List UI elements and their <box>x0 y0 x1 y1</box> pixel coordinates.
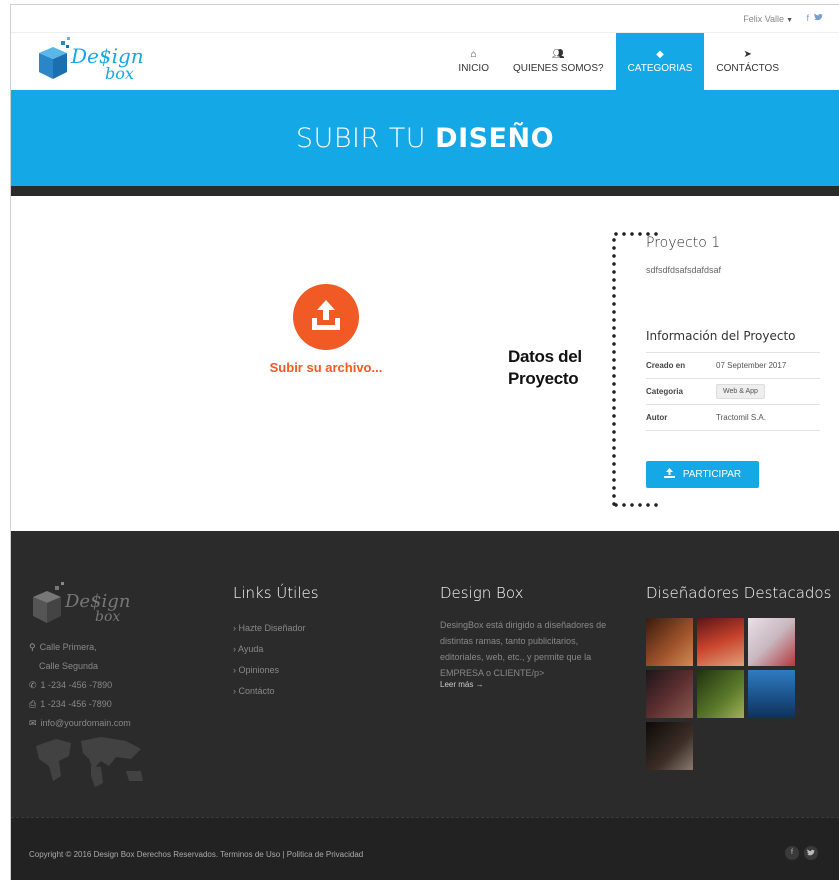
world-map-icon <box>36 737 143 787</box>
site-footer: De$ign box ⚲ Calle Primera, Calle Segunda… <box>11 531 839 817</box>
footer-links: › Hazte Diseñador › Ayuda › Opiniones › … <box>233 618 306 702</box>
top-bar: Felix Valle ▼ f <box>11 5 839 33</box>
footer-featured-title: Diseñadores Destacados <box>646 584 832 602</box>
annotation-label: Datos del Proyecto <box>508 346 582 390</box>
envelope-icon: ✉ <box>29 718 37 728</box>
users-icon: 👥︎ <box>551 49 565 60</box>
designer-thumb[interactable] <box>646 722 693 770</box>
project-info-title: Información del Proyecto <box>646 329 796 343</box>
annotation-line-2: Proyecto <box>508 369 579 388</box>
svg-text:box: box <box>105 64 134 83</box>
nav-label: QUIENES SOMOS? <box>512 63 604 74</box>
site-logo[interactable]: De$ign box <box>31 35 171 85</box>
svg-text:box: box <box>95 609 120 625</box>
footer-link[interactable]: › Hazte Diseñador <box>233 618 306 639</box>
nav-contactos[interactable]: ➤ CONTÁCTOS <box>704 33 791 90</box>
upload-small-icon <box>663 468 675 481</box>
send-icon: ➤ <box>743 49 752 60</box>
page-title-bold: DISEÑO <box>435 122 555 154</box>
participate-button[interactable]: PARTICIPAR <box>646 461 759 488</box>
designer-thumb[interactable] <box>748 618 795 666</box>
footer-logo[interactable]: De$ign box <box>29 581 154 629</box>
nav-inicio[interactable]: ⌂ INICIO <box>446 33 501 90</box>
info-value: 07 September 2017 <box>716 361 787 370</box>
read-more-link[interactable]: Leer más → <box>440 680 484 689</box>
user-menu[interactable]: Felix Valle ▼ <box>743 14 793 24</box>
project-title: Proyecto 1 <box>646 235 721 251</box>
page-hero: SUBIR TU DISEÑO <box>11 90 839 186</box>
copyright-bar: Copyright © 2016 Design Box Derechos Res… <box>11 817 839 880</box>
designer-thumb[interactable] <box>646 670 693 718</box>
site-header: De$ign box ⌂ INICIO 👥︎ QUIENES SOMOS? ◆ … <box>11 33 839 90</box>
participate-label: PARTICIPAR <box>682 469 742 480</box>
footer-link-label: Ayuda <box>238 644 264 654</box>
footer-link-label: Opiniones <box>238 665 280 675</box>
nav-quienes-somos[interactable]: 👥︎ QUIENES SOMOS? <box>501 33 616 90</box>
fax-number: 1 -234 -456 -7890 <box>40 699 112 709</box>
chevron-down-icon: ▼ <box>786 17 793 24</box>
phone-number: 1 -234 -456 -7890 <box>40 680 113 690</box>
user-name: Felix Valle <box>743 14 785 24</box>
project-info-table: Creado en 07 September 2017 Categoria We… <box>646 352 820 431</box>
info-row-author: Autor Tractomil S.A. <box>646 405 820 431</box>
info-value: Tractomil S.A. <box>716 413 766 422</box>
project-description: sdfsdfdsafsdafdsaf <box>646 265 722 275</box>
footer-link-label: Contácto <box>238 686 275 696</box>
nav-label: CONTÁCTOS <box>716 63 779 74</box>
dotted-border-bottom <box>612 503 660 507</box>
designer-thumb[interactable] <box>646 618 693 666</box>
twitter-icon[interactable] <box>804 846 818 860</box>
footer-link-label: Hazte Diseñador <box>238 623 306 633</box>
email-link[interactable]: info@yourdomain.com <box>41 718 131 728</box>
upload-label[interactable]: Subir su archivo... <box>265 360 387 375</box>
nav-label: INICIO <box>458 63 489 74</box>
twitter-icon[interactable] <box>814 13 823 23</box>
footer-link[interactable]: › Ayuda <box>233 639 306 660</box>
designer-thumb[interactable] <box>748 670 795 718</box>
phone-icon: ✆ <box>29 680 37 690</box>
upload-icon[interactable] <box>293 284 359 350</box>
footer-contact: ⚲ Calle Primera, Calle Segunda ✆ 1 -234 -4… <box>29 638 131 733</box>
info-key: Categoria <box>646 387 683 396</box>
nav-categorias[interactable]: ◆ CATEGORIAS <box>615 33 705 90</box>
fax-icon: ⎙ <box>29 699 37 709</box>
footer-link[interactable]: › Contácto <box>233 681 306 702</box>
designer-thumb[interactable] <box>697 670 744 718</box>
page-title: SUBIR TU DISEÑO <box>296 123 554 154</box>
footer-about-title: Design Box <box>440 584 524 602</box>
home-icon: ⌂ <box>470 49 477 60</box>
facebook-icon[interactable]: f <box>806 13 809 23</box>
info-key: Autor <box>646 413 668 422</box>
box-icon: ◆ <box>656 49 664 60</box>
info-row-category: Categoria Web & App <box>646 379 820 405</box>
dotted-border-left <box>612 236 616 508</box>
hero-divider <box>11 186 839 196</box>
main-nav: ⌂ INICIO 👥︎ QUIENES SOMOS? ◆ CATEGORIAS … <box>446 33 791 90</box>
page-title-light: SUBIR TU <box>295 122 427 154</box>
address-line-2: Calle Segunda <box>39 661 99 671</box>
info-row-created: Creado en 07 September 2017 <box>646 353 820 379</box>
nav-label: CATEGORIAS <box>627 63 693 74</box>
upload-area[interactable]: Subir su archivo... <box>265 284 387 375</box>
featured-designers <box>646 618 806 770</box>
address-line-1: Calle Primera, <box>39 642 97 652</box>
map-marker-icon: ⚲ <box>29 642 36 652</box>
footer-about-text: DesingBox está dirigido a diseñadores de… <box>440 620 607 678</box>
footer-link[interactable]: › Opiniones <box>233 660 306 681</box>
designer-thumb[interactable] <box>697 618 744 666</box>
category-tag[interactable]: Web & App <box>716 384 765 399</box>
info-key: Creado en <box>646 361 686 370</box>
facebook-icon[interactable]: f <box>785 846 799 860</box>
footer-links-title: Links Útiles <box>233 584 319 602</box>
annotation-line-1: Datos del <box>508 347 582 366</box>
copyright-text: Copyright © 2016 Design Box Derechos Res… <box>29 850 364 859</box>
